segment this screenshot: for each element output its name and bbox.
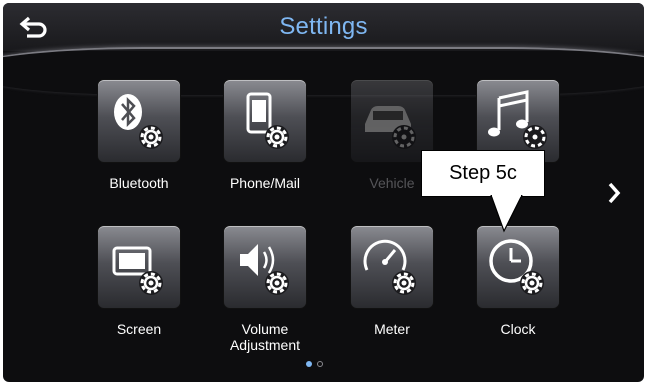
settings-grid: Bluetooth Phone/Mail Vehicle Screen Volu…: [3, 3, 644, 382]
screen-tile[interactable]: [98, 226, 180, 308]
meter-label: Meter: [374, 321, 410, 337]
phone-icon: [246, 92, 289, 149]
phone-mail-tile[interactable]: [224, 80, 306, 162]
speaker-icon: [240, 244, 289, 295]
clock-label: Clock: [500, 321, 536, 337]
chevron-right-icon: [608, 182, 621, 204]
page-dot-inactive: [317, 361, 323, 367]
clock-tile[interactable]: [477, 226, 559, 308]
screen-icon: [112, 246, 163, 295]
bluetooth-tile[interactable]: [98, 80, 180, 162]
step-callout: Step 5c: [421, 150, 545, 197]
volume-label: Volume Adjustment: [200, 321, 330, 353]
volume-label-line2: Adjustment: [229, 337, 301, 353]
bluetooth-label: Bluetooth: [109, 175, 169, 191]
callout-pointer: [490, 195, 523, 233]
settings-screen: Settings Bluetooth Phone/Mail Vehicle Sc…: [3, 3, 644, 382]
page-dot-active: [306, 361, 312, 367]
volume-label-line1: Volume: [241, 321, 289, 337]
meter-icon: [363, 239, 416, 295]
screen-label: Screen: [116, 321, 162, 337]
bluetooth-icon: [114, 94, 163, 149]
clock-icon: [489, 239, 544, 295]
next-page-button[interactable]: [601, 175, 627, 211]
volume-tile[interactable]: [224, 226, 306, 308]
phone-mail-label: Phone/Mail: [229, 175, 301, 191]
meter-tile[interactable]: [351, 226, 433, 308]
